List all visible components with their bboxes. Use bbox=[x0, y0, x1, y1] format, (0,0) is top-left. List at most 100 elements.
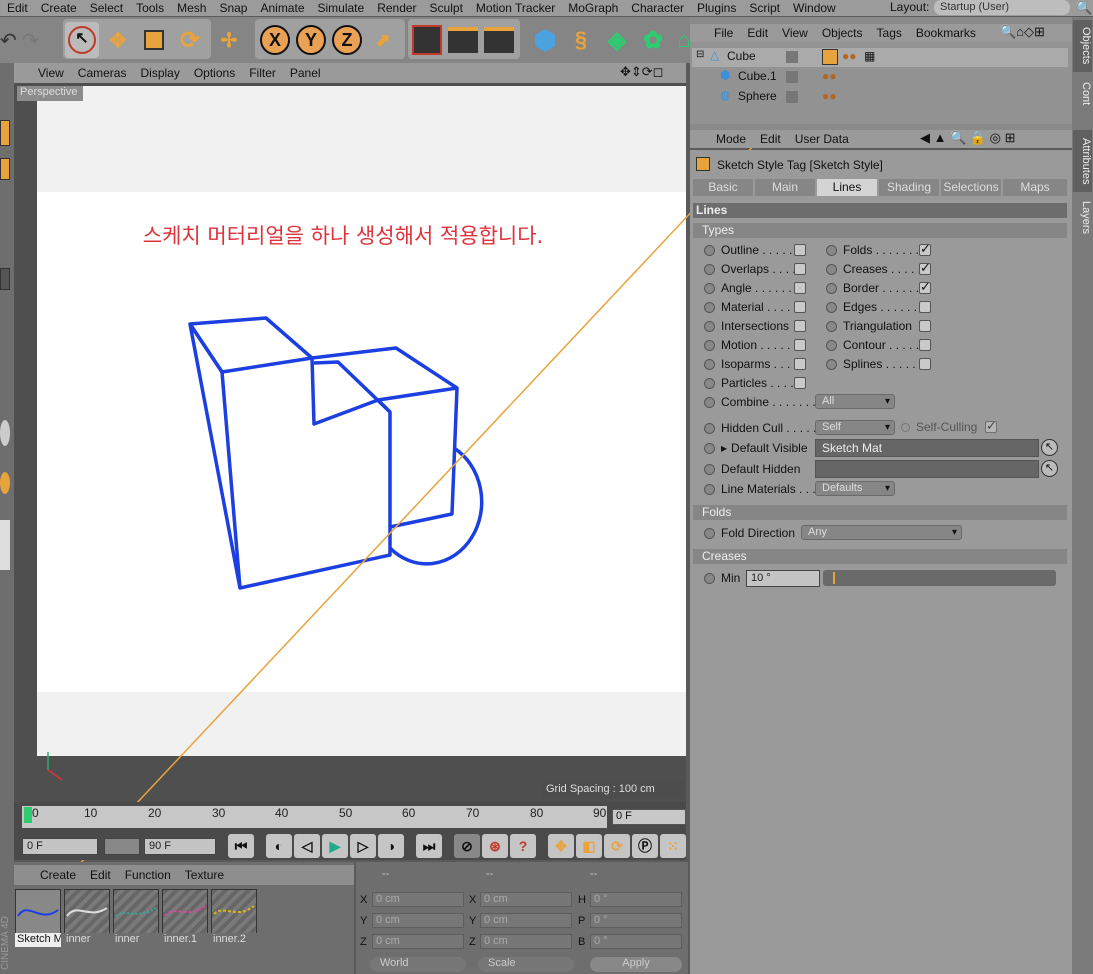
prev-frame-icon[interactable]: ◁ bbox=[294, 834, 320, 858]
border-checkbox[interactable] bbox=[919, 279, 931, 295]
scale-select[interactable]: Scale bbox=[478, 957, 574, 972]
anim-radio[interactable] bbox=[704, 463, 715, 475]
anim-radio[interactable] bbox=[826, 320, 837, 332]
self-culling-radio[interactable] bbox=[901, 423, 910, 432]
material-menu-texture[interactable]: Texture bbox=[185, 868, 232, 882]
sketch-style-tag-icon[interactable] bbox=[822, 49, 838, 65]
frame-slider[interactable] bbox=[104, 838, 140, 855]
isoparms-checkbox[interactable] bbox=[794, 358, 806, 370]
object-row-sphere[interactable]: ◍ Sphere ●● bbox=[692, 88, 1068, 107]
fold-direction-dropdown[interactable]: Any bbox=[801, 525, 962, 540]
material-checkbox[interactable] bbox=[794, 301, 806, 313]
anim-radio[interactable] bbox=[826, 282, 837, 294]
object-row-cube[interactable]: ⊟ △ Cube ●● ▦ bbox=[692, 48, 1068, 67]
apply-button[interactable]: Apply bbox=[590, 957, 682, 972]
anim-radio[interactable] bbox=[704, 377, 715, 389]
key-rotate-icon[interactable]: ⟳ bbox=[604, 834, 630, 858]
particles-checkbox[interactable] bbox=[794, 377, 806, 389]
pos-x-field[interactable]: 0 cm bbox=[372, 892, 464, 907]
prev-key-icon[interactable]: ◐ bbox=[266, 834, 292, 858]
checker-tag-icon[interactable]: ▦ bbox=[864, 49, 875, 63]
attr-menu-edit[interactable]: Edit bbox=[760, 132, 795, 146]
anim-radio[interactable] bbox=[704, 442, 715, 454]
objects-menu-objects[interactable]: Objects bbox=[822, 26, 877, 40]
layer-swatch[interactable] bbox=[786, 91, 798, 103]
anim-radio[interactable] bbox=[704, 301, 715, 313]
objects-menu-tags[interactable]: Tags bbox=[877, 26, 916, 40]
contour-checkbox[interactable] bbox=[919, 339, 931, 351]
anim-radio[interactable] bbox=[704, 483, 715, 495]
slider-handle[interactable] bbox=[833, 572, 835, 584]
end-frame-field[interactable]: 90 F bbox=[144, 838, 216, 855]
autokey-icon[interactable]: ⊛ bbox=[482, 834, 508, 858]
pos-y-field[interactable]: 0 cm bbox=[372, 913, 464, 928]
default-hidden-link[interactable] bbox=[815, 460, 1039, 478]
objects-menu-edit[interactable]: Edit bbox=[747, 26, 782, 40]
objects-toolbar-icons[interactable]: 🔍⌂◇⊞ bbox=[1000, 24, 1045, 40]
timeline-ruler[interactable]: 0 10 20 30 40 50 60 70 80 90 bbox=[22, 806, 607, 828]
key-scale-icon[interactable]: ◧ bbox=[576, 834, 602, 858]
creases-group-header[interactable]: Creases bbox=[693, 549, 1067, 564]
side-tab-attributes[interactable]: Attributes bbox=[1073, 130, 1092, 192]
size-z-field[interactable]: 0 cm bbox=[480, 934, 572, 949]
layer-swatch[interactable] bbox=[786, 71, 798, 83]
pick-arrow-icon[interactable]: ↖ bbox=[1041, 439, 1058, 456]
rot-b-field[interactable]: 0 ° bbox=[590, 934, 682, 949]
objects-menu-bookmarks[interactable]: Bookmarks bbox=[916, 26, 990, 40]
min-angle-slider[interactable] bbox=[823, 570, 1056, 586]
tab-maps[interactable]: Maps bbox=[1003, 179, 1067, 196]
material-menu-edit[interactable]: Edit bbox=[90, 868, 119, 882]
tab-shading[interactable]: Shading bbox=[879, 179, 939, 196]
material-sketch[interactable]: Sketch M bbox=[15, 889, 61, 947]
line-materials-dropdown[interactable]: Defaults bbox=[815, 481, 895, 496]
material-inner[interactable]: inner bbox=[64, 889, 110, 947]
motion-checkbox[interactable] bbox=[794, 339, 806, 351]
size-y-field[interactable]: 0 cm bbox=[480, 913, 572, 928]
material-inner-1[interactable]: inner.1 bbox=[162, 889, 208, 947]
attr-menu-user-data[interactable]: User Data bbox=[795, 132, 863, 146]
combine-dropdown[interactable]: All bbox=[815, 394, 895, 409]
anim-radio[interactable] bbox=[826, 263, 837, 275]
types-group-header[interactable]: Types bbox=[693, 223, 1067, 238]
play-icon[interactable]: ▶ bbox=[322, 834, 348, 858]
record-disabled-icon[interactable]: ⊘ bbox=[454, 834, 480, 858]
anim-radio[interactable] bbox=[704, 422, 715, 434]
anim-radio[interactable] bbox=[704, 358, 715, 370]
material-tag-icon[interactable]: ●● bbox=[842, 49, 857, 63]
material-inner-2b[interactable]: inner.2 bbox=[211, 889, 257, 947]
attr-menu-mode[interactable]: Mode bbox=[716, 132, 760, 146]
default-visible-link[interactable]: Sketch Mat bbox=[815, 439, 1039, 457]
intersections-checkbox[interactable] bbox=[794, 320, 806, 332]
objects-menu-file[interactable]: File bbox=[714, 26, 747, 40]
objects-menu-view[interactable]: View bbox=[782, 26, 822, 40]
tab-lines[interactable]: Lines bbox=[817, 179, 877, 196]
anim-radio[interactable] bbox=[704, 396, 715, 408]
anim-radio[interactable] bbox=[704, 244, 715, 256]
size-x-field[interactable]: 0 cm bbox=[480, 892, 572, 907]
key-param-icon[interactable]: Ⓟ bbox=[632, 834, 658, 858]
triangulation-checkbox[interactable] bbox=[919, 320, 931, 332]
tab-basic[interactable]: Basic bbox=[693, 179, 753, 196]
collapse-icon[interactable]: ⊟ bbox=[696, 49, 704, 60]
next-key-icon[interactable]: ◑ bbox=[378, 834, 404, 858]
material-menu-function[interactable]: Function bbox=[125, 868, 179, 882]
angle-checkbox[interactable] bbox=[794, 282, 806, 294]
anim-radio[interactable] bbox=[826, 339, 837, 351]
key-move-icon[interactable]: ✥ bbox=[548, 834, 574, 858]
material-menu-create[interactable]: Create bbox=[40, 868, 84, 882]
attr-nav-icons[interactable]: ◀ ▲ 🔍 🔒 ◎ ⊞ bbox=[920, 130, 1016, 146]
self-culling-checkbox[interactable] bbox=[985, 418, 997, 434]
material-inner-2[interactable]: inner bbox=[113, 889, 159, 947]
rot-p-field[interactable]: 0 ° bbox=[590, 913, 682, 928]
anim-radio[interactable] bbox=[704, 320, 715, 332]
outline-checkbox[interactable] bbox=[794, 244, 806, 256]
expand-triangle-icon[interactable]: ▸ bbox=[721, 441, 727, 455]
anim-radio[interactable] bbox=[704, 263, 715, 275]
creases-checkbox[interactable] bbox=[919, 260, 931, 276]
world-select[interactable]: World bbox=[370, 957, 466, 972]
side-tab-layers[interactable]: Layers bbox=[1073, 196, 1092, 240]
anim-radio[interactable] bbox=[704, 572, 715, 584]
goto-start-icon[interactable]: ⏮ bbox=[228, 834, 254, 858]
anim-radio[interactable] bbox=[826, 301, 837, 313]
folds-group-header[interactable]: Folds bbox=[693, 505, 1067, 520]
